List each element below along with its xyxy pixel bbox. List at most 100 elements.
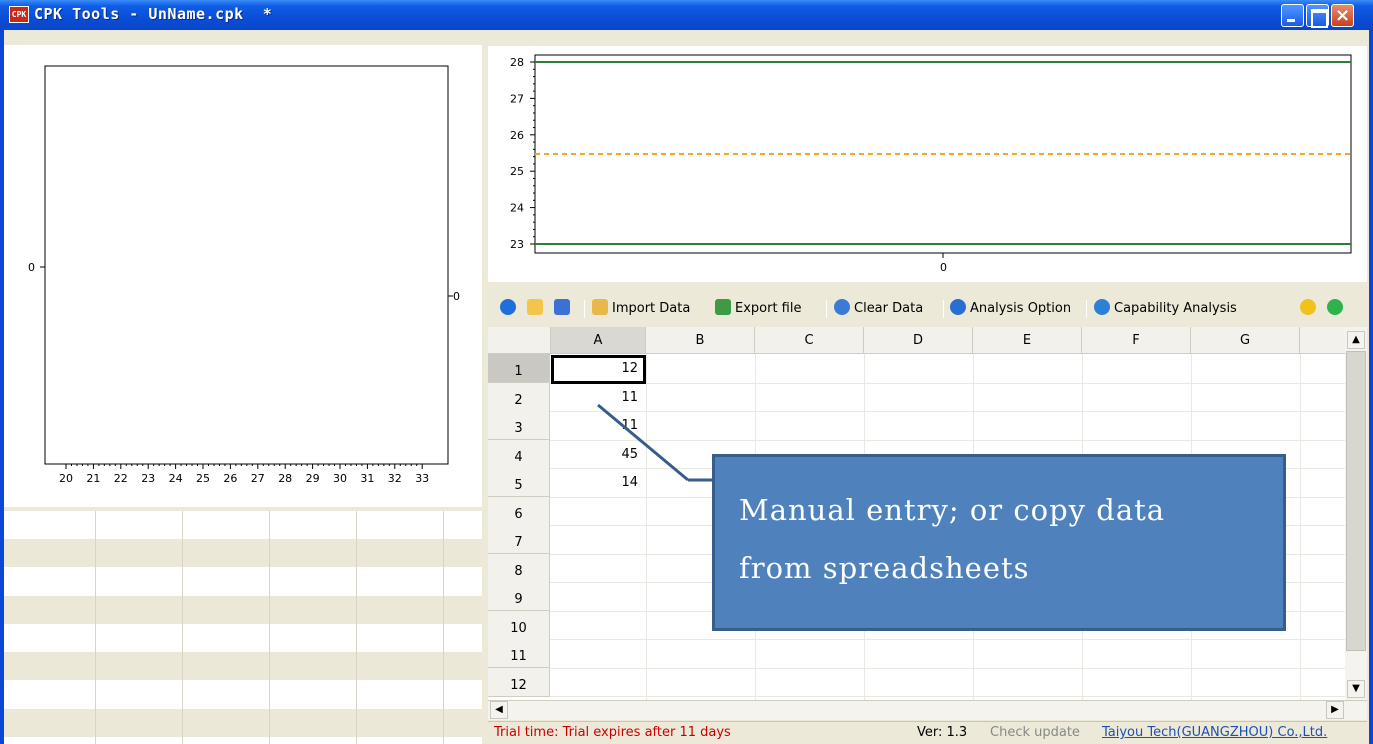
histogram-y-left-label: 0 xyxy=(28,261,35,274)
stats-col-divider xyxy=(269,511,270,744)
info-button[interactable] xyxy=(1300,298,1320,320)
column-header-e[interactable]: E xyxy=(973,327,1082,354)
scroll-up-button[interactable]: ▲ xyxy=(1347,331,1365,349)
grid-col-line xyxy=(1300,354,1301,700)
control-y-ticks: 28 27 26 25 24 23 xyxy=(510,56,535,251)
minimize-button[interactable] xyxy=(1281,4,1304,27)
column-header-d[interactable]: D xyxy=(864,327,973,354)
histogram-x-tick-label: 25 xyxy=(196,472,210,485)
cell-a3[interactable]: 11 xyxy=(552,416,642,443)
column-header-a[interactable]: A xyxy=(551,327,646,354)
scissors-icon xyxy=(834,299,850,315)
horizontal-scrollbar[interactable]: ◀ ▶ xyxy=(488,700,1367,720)
histogram-x-tick-label: 30 xyxy=(333,472,347,485)
stats-col-divider xyxy=(356,511,357,744)
row-header-8[interactable]: 8 xyxy=(488,553,550,583)
close-button[interactable]: × xyxy=(1331,4,1354,27)
control-y-tick-label: 27 xyxy=(510,92,524,105)
stats-col-divider xyxy=(182,511,183,744)
new-file-icon xyxy=(500,299,516,315)
check-update-link[interactable]: Check update xyxy=(990,722,1080,744)
folder-icon xyxy=(527,299,543,315)
analysis-option-button[interactable]: Analysis Option xyxy=(950,298,1071,320)
grid-row-line xyxy=(550,639,1358,640)
column-header-f[interactable]: F xyxy=(1082,327,1191,354)
grid-row-line xyxy=(550,696,1358,697)
cell-a2[interactable]: 11 xyxy=(552,388,642,415)
histogram-svg: 20 21 22 23 24 25 26 27 28 29 30 31 32 33 0 0 xyxy=(28,65,460,485)
statistics-table xyxy=(4,511,482,744)
histogram-plot-area xyxy=(44,65,449,465)
cell-a5[interactable]: 14 xyxy=(552,473,642,500)
title-bar[interactable]: CPK CPK Tools - UnName.cpk * × xyxy=(0,0,1373,30)
histogram-x-tick-label: 27 xyxy=(251,472,265,485)
vertical-scroll-thumb[interactable] xyxy=(1346,351,1366,651)
stats-row xyxy=(4,652,482,680)
control-chart: 28 27 26 25 24 23 0 xyxy=(488,46,1367,282)
version-label: Ver: 1.3 xyxy=(917,725,968,740)
import-data-label: Import Data xyxy=(612,301,691,316)
histogram-x-tick-label: 33 xyxy=(415,472,429,485)
row-header-3[interactable]: 3 xyxy=(488,411,550,440)
capability-analysis-button[interactable]: Capability Analysis xyxy=(1094,298,1237,320)
row-header-6[interactable]: 6 xyxy=(488,496,550,526)
toolbar-separator xyxy=(943,300,944,318)
grid-row-line xyxy=(550,439,1358,441)
selected-cell[interactable] xyxy=(551,355,646,384)
scroll-left-button[interactable]: ◀ xyxy=(490,701,508,719)
callout-line-1: Manual entry; or copy data xyxy=(739,493,1166,527)
row-header-9[interactable]: 9 xyxy=(488,582,550,611)
exclamation-icon xyxy=(1300,299,1316,315)
control-y-tick-label: 26 xyxy=(510,129,524,142)
histogram-x-ticks: 20 21 22 23 24 25 26 27 28 29 30 31 32 33 xyxy=(59,464,429,485)
stats-row xyxy=(4,596,482,624)
new-button[interactable] xyxy=(500,298,520,320)
open-button[interactable] xyxy=(527,298,547,320)
mail-icon xyxy=(1327,299,1343,315)
histogram-x-tick-label: 32 xyxy=(388,472,402,485)
row-header-11[interactable]: 11 xyxy=(488,639,550,668)
app-icon: CPK xyxy=(9,6,29,23)
clear-data-button[interactable]: Clear Data xyxy=(834,298,923,320)
row-header-7[interactable]: 7 xyxy=(488,525,550,554)
row-header-1[interactable]: 1 xyxy=(488,354,550,383)
row-header-2[interactable]: 2 xyxy=(488,382,550,412)
callout-box: Manual entry; or copy data from spreadsh… xyxy=(712,454,1286,631)
trial-status: Trial time: Trial expires after 11 days xyxy=(494,725,731,740)
histogram-x-tick-label: 24 xyxy=(169,472,183,485)
row-header-5[interactable]: 5 xyxy=(488,468,550,497)
column-header-g[interactable]: G xyxy=(1191,327,1300,354)
export-file-button[interactable]: Export file xyxy=(715,298,802,320)
import-data-button[interactable]: Import Data xyxy=(592,298,690,320)
control-x-tick-label: 0 xyxy=(940,261,947,274)
control-y-tick-label: 28 xyxy=(510,56,524,69)
scroll-right-button[interactable]: ▶ xyxy=(1326,701,1344,719)
scroll-down-button[interactable]: ▼ xyxy=(1347,680,1365,698)
column-header-b[interactable]: B xyxy=(646,327,755,354)
feedback-button[interactable] xyxy=(1327,298,1347,320)
callout-line-2: from spreadsheets xyxy=(739,551,1030,585)
export-file-label: Export file xyxy=(735,301,802,316)
row-header-12[interactable]: 12 xyxy=(488,667,550,697)
histogram-x-tick-label: 28 xyxy=(278,472,292,485)
company-link[interactable]: Taiyou Tech(GUANGZHOU) Co.,Ltd. xyxy=(1102,722,1327,744)
toolbar-separator xyxy=(826,300,827,318)
histogram-x-tick-label: 21 xyxy=(86,472,100,485)
histogram-x-tick-label: 26 xyxy=(223,472,237,485)
stats-col-divider xyxy=(95,511,96,744)
vertical-scrollbar[interactable]: ▲ ▼ xyxy=(1345,327,1367,700)
cell-a4[interactable]: 45 xyxy=(552,445,642,472)
row-header-10[interactable]: 10 xyxy=(488,610,550,640)
status-bar: Trial time: Trial expires after 11 days … xyxy=(488,721,1367,744)
row-header-4[interactable]: 4 xyxy=(488,439,550,469)
histogram-y-right-label: 0 xyxy=(453,290,460,303)
control-y-tick-label: 23 xyxy=(510,238,524,251)
toolbar-separator xyxy=(584,300,585,318)
save-button[interactable] xyxy=(554,298,574,320)
gear-icon xyxy=(950,299,966,315)
stats-row xyxy=(4,539,482,567)
histogram-x-tick-label: 20 xyxy=(59,472,73,485)
column-header-c[interactable]: C xyxy=(755,327,864,354)
histogram-x-tick-label: 23 xyxy=(141,472,155,485)
maximize-button[interactable] xyxy=(1306,4,1329,28)
